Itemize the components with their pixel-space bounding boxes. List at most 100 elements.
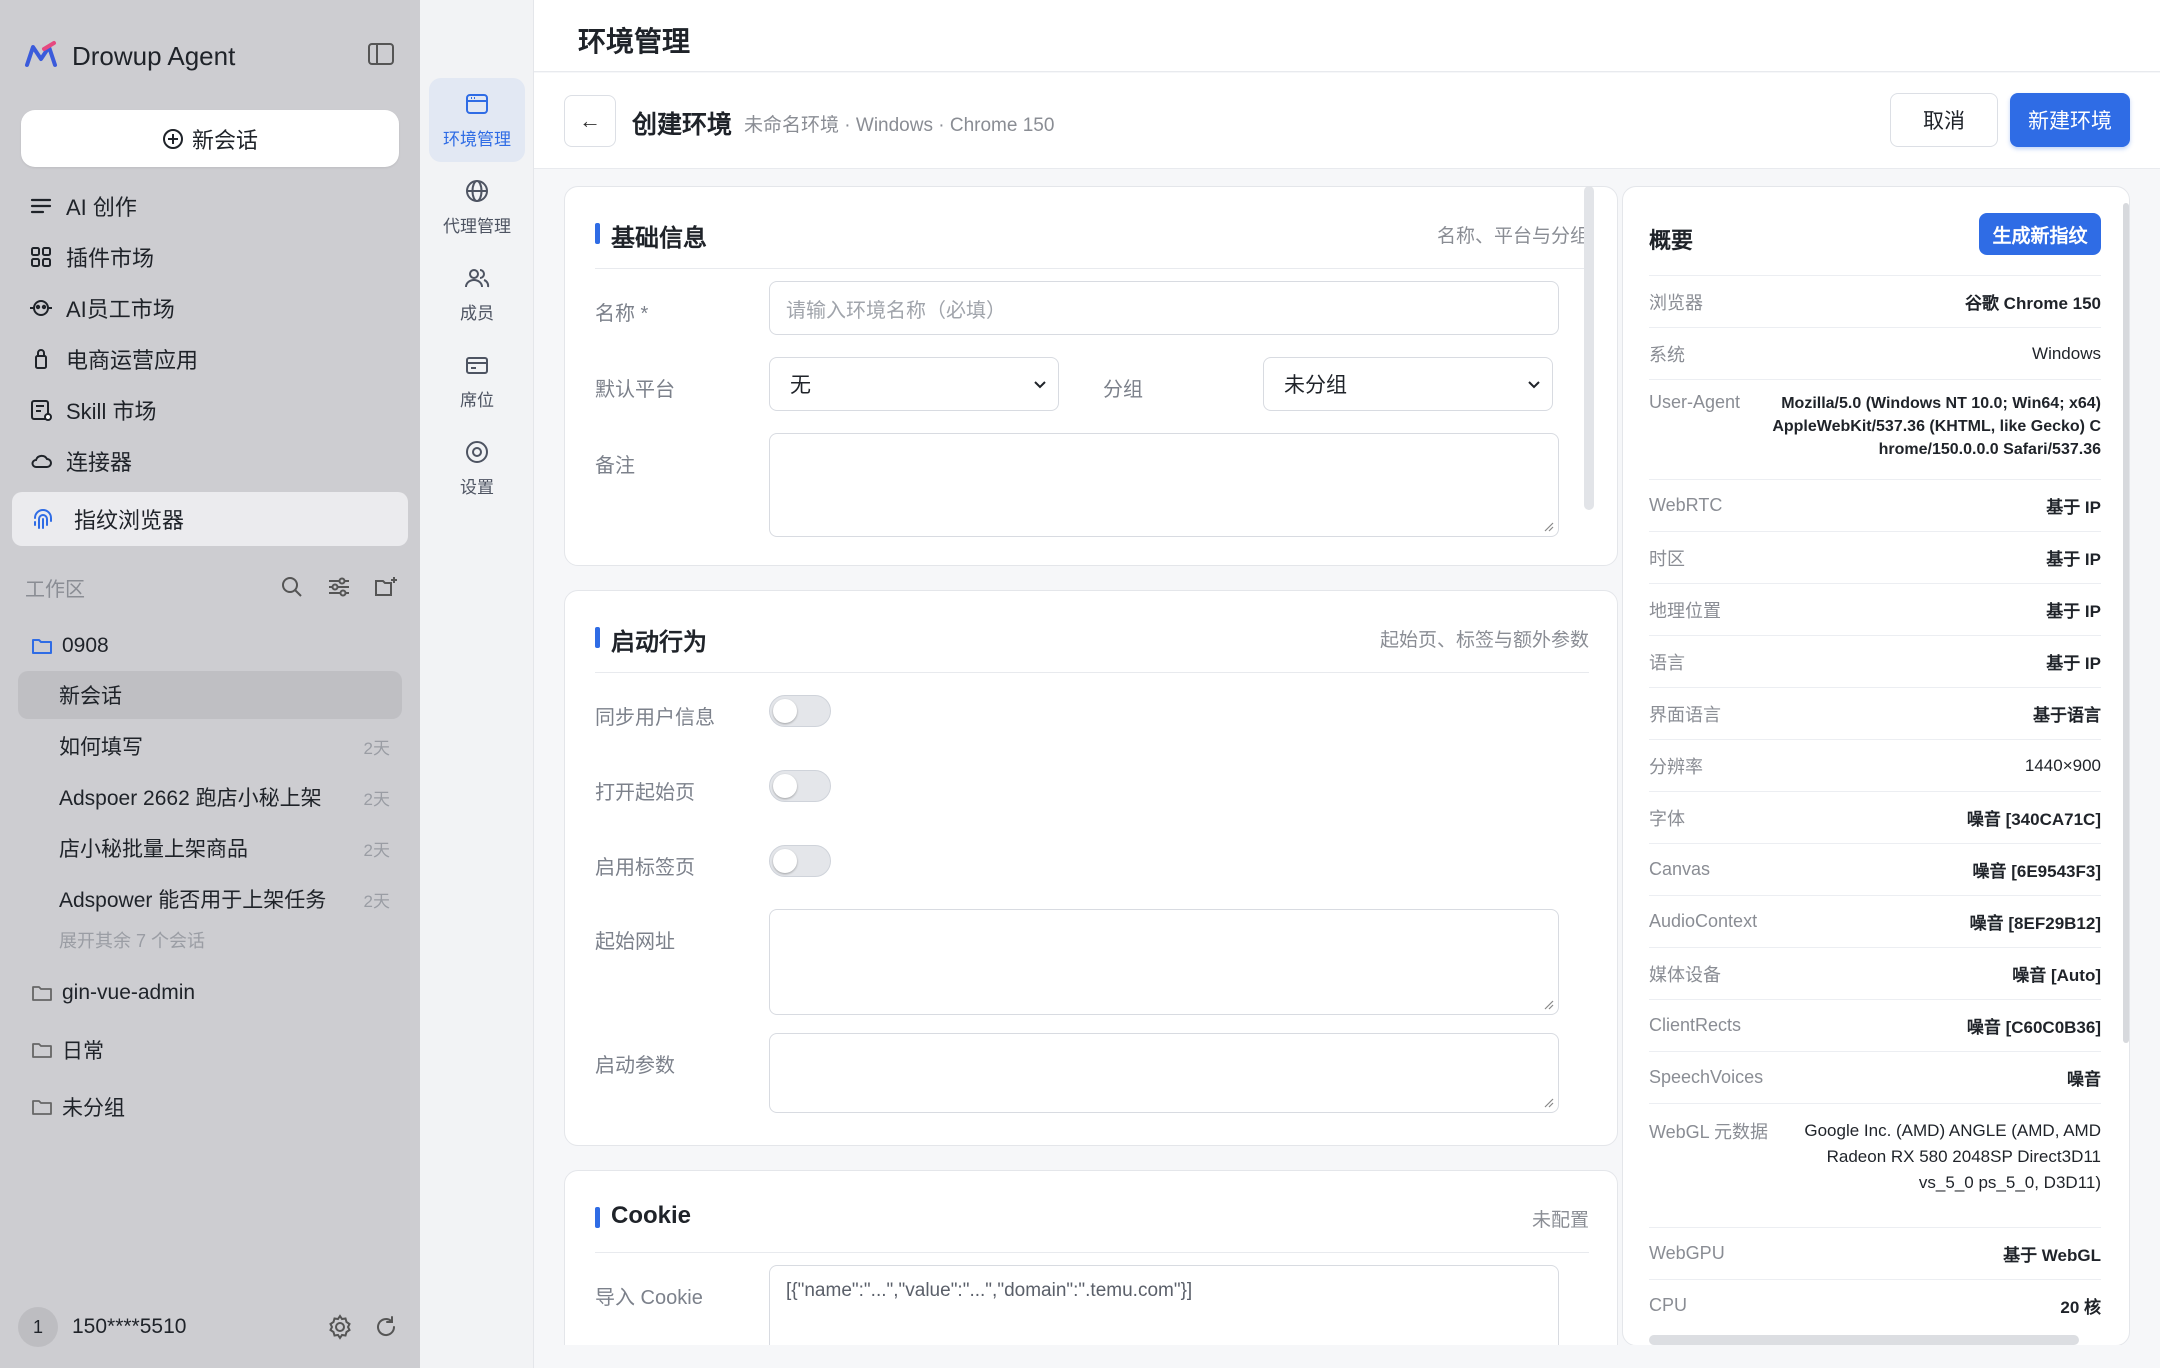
rail-item-settings[interactable]: 设置: [429, 426, 525, 510]
nav-label: AI 创作: [66, 194, 137, 220]
sidebar: Drowup Agent 新会话 AI 创作 插件市场 AI员工市场 电商运营应…: [0, 0, 420, 1368]
row-value: 20 核: [2060, 1298, 2101, 1317]
note-label: 备注: [595, 455, 635, 477]
content-scroll: 基础信息 名称、平台与分组 名称 * 请输入环境名称（必填） 默认平台 无 分组…: [534, 170, 2160, 1345]
overview-row: 字体 噪音 [340CA71C]: [1649, 791, 2101, 843]
conversation-item[interactable]: Adspoer 2662 跑店小秘上架 2天: [18, 773, 402, 821]
conversation-item[interactable]: 店小秘批量上架商品 2天: [18, 824, 402, 872]
nav-item-ai-staff-market[interactable]: AI员工市场: [12, 282, 408, 333]
section-accent-bar: [595, 223, 600, 244]
expand-more-link[interactable]: 展开其余 7 个会话: [18, 923, 402, 957]
rail-item-members[interactable]: 成员: [429, 252, 525, 336]
start-url-textarea[interactable]: [769, 909, 1559, 1015]
overview-title: 概要: [1649, 228, 1694, 253]
platform-select[interactable]: 无: [769, 357, 1059, 411]
brand[interactable]: Drowup Agent: [24, 36, 235, 76]
group-select[interactable]: 未分组: [1263, 357, 1553, 411]
cookie-placeholder: [{"name":"...","value":"...","domain":".…: [786, 1280, 1193, 1301]
name-input[interactable]: 请输入环境名称（必填）: [769, 281, 1559, 335]
import-cookie-textarea[interactable]: [{"name":"...","value":"...","domain":".…: [769, 1265, 1559, 1345]
row-key: 媒体设备: [1649, 964, 1721, 985]
row-key: Canvas: [1649, 859, 1711, 879]
nav-item-plugin-market[interactable]: 插件市场: [12, 231, 408, 282]
overview-row: 系统 Windows: [1649, 327, 2101, 379]
nav-item-connector[interactable]: 连接器: [12, 435, 408, 486]
folder-icon: [32, 986, 52, 1001]
nav-item-skill-market[interactable]: Skill 市场: [12, 384, 408, 435]
new-chat-button[interactable]: 新会话: [21, 110, 399, 167]
conversation-item[interactable]: 如何填写 2天: [18, 722, 402, 770]
gear-icon[interactable]: [326, 1313, 354, 1341]
sync-user-toggle[interactable]: [769, 695, 831, 727]
tabs-toggle[interactable]: [769, 845, 831, 877]
rail-item-proxies[interactable]: 代理管理: [429, 165, 525, 249]
card-header: 启动行为 起始页、标签与额外参数: [595, 617, 1589, 673]
refresh-icon[interactable]: [372, 1313, 400, 1341]
note-textarea[interactable]: [769, 433, 1559, 537]
launch-args-textarea[interactable]: [769, 1033, 1559, 1113]
robot-icon: [30, 299, 52, 316]
folder-name: 日常: [62, 1040, 104, 1063]
card-header: Cookie 未配置: [595, 1197, 1589, 1253]
rail-item-environments[interactable]: 环境管理: [429, 78, 525, 162]
section-title: 启动行为: [611, 629, 707, 656]
start-page-toggle[interactable]: [769, 770, 831, 802]
form-title: 创建环境: [632, 111, 733, 139]
conversation-age: 2天: [363, 789, 390, 809]
avatar[interactable]: 1: [18, 1307, 58, 1347]
folder-item[interactable]: 未分组: [18, 1085, 402, 1129]
toggle-knob: [773, 774, 797, 798]
new-folder-icon[interactable]: [372, 573, 400, 601]
folder-item[interactable]: gin-vue-admin: [18, 971, 402, 1015]
row-value: 基于 IP: [2046, 602, 2101, 621]
import-cookie-label: 导入 Cookie: [595, 1287, 703, 1309]
cloud-icon: [31, 454, 52, 468]
skill-icon: [31, 399, 52, 421]
list-icon: [30, 198, 52, 213]
conversation-title: 新会话: [59, 685, 122, 708]
folder-item[interactable]: 0908: [18, 624, 402, 668]
create-env-header: ← 创建环境 未命名环境 · Windows · Chrome 150 取消 新…: [534, 73, 2160, 169]
form-meta: 未命名环境 · Windows · Chrome 150: [744, 115, 1055, 136]
overview-scrollbar-horizontal[interactable]: [1649, 1335, 2079, 1345]
sidebar-toggle-icon[interactable]: [366, 40, 396, 68]
user-bar: 1 150****5510: [18, 1306, 400, 1348]
resize-grip-icon[interactable]: [1542, 998, 1554, 1010]
folder-name: 未分组: [62, 1097, 125, 1120]
nav-item-ai-create[interactable]: AI 创作: [12, 180, 408, 231]
workspace-tree: 0908 新会话 如何填写 2天 Adspoer 2662 跑店小秘上架 2天 …: [18, 624, 402, 1129]
overview-row: 界面语言 基于语言: [1649, 687, 2101, 739]
overview-scrollbar-vertical[interactable]: [2123, 203, 2129, 1043]
row-key: ClientRects: [1649, 1015, 1742, 1035]
section-title: 基础信息: [611, 225, 707, 252]
back-button[interactable]: ←: [564, 95, 616, 147]
conversation-title: 店小秘批量上架商品: [59, 838, 248, 861]
main-area: 环境管理 ← 创建环境 未命名环境 · Windows · Chrome 150…: [534, 0, 2160, 1368]
generate-fingerprint-button[interactable]: 生成新指纹: [1979, 213, 2101, 255]
create-environment-button[interactable]: 新建环境: [2010, 93, 2130, 147]
conversation-item[interactable]: 新会话: [18, 671, 402, 719]
nav-label: AI员工市场: [66, 296, 175, 322]
row-value: 基于 IP: [2046, 654, 2101, 673]
conversation-item[interactable]: Adspower 能否用于上架任务 2天: [18, 875, 402, 923]
folder-icon: [32, 1100, 52, 1115]
row-key: 语言: [1649, 652, 1685, 673]
row-value: 噪音 [6E9543F3]: [1972, 862, 2102, 881]
form-scrollbar[interactable]: [1584, 186, 1594, 510]
folder-item[interactable]: 日常: [18, 1028, 402, 1072]
overview-row: WebGPU 基于 WebGL: [1649, 1227, 2101, 1279]
resize-grip-icon[interactable]: [1542, 520, 1554, 532]
plus-circle-icon: [162, 128, 183, 149]
search-icon[interactable]: [278, 573, 306, 601]
cancel-button[interactable]: 取消: [1890, 93, 1998, 147]
overview-row: 地理位置 基于 IP: [1649, 583, 2101, 635]
rail-item-seats[interactable]: 席位: [429, 339, 525, 423]
nav-item-fingerprint-browser[interactable]: 指纹浏览器: [12, 492, 408, 546]
nav-item-ecommerce[interactable]: 电商运营应用: [12, 333, 408, 384]
platform-value: 无: [790, 374, 811, 397]
conversation-title: Adspoer 2662 跑店小秘上架: [59, 787, 322, 810]
resize-grip-icon[interactable]: [1542, 1096, 1554, 1108]
row-key: 浏览器: [1649, 292, 1703, 313]
filter-icon[interactable]: [325, 573, 353, 601]
grid-icon: [31, 246, 51, 267]
